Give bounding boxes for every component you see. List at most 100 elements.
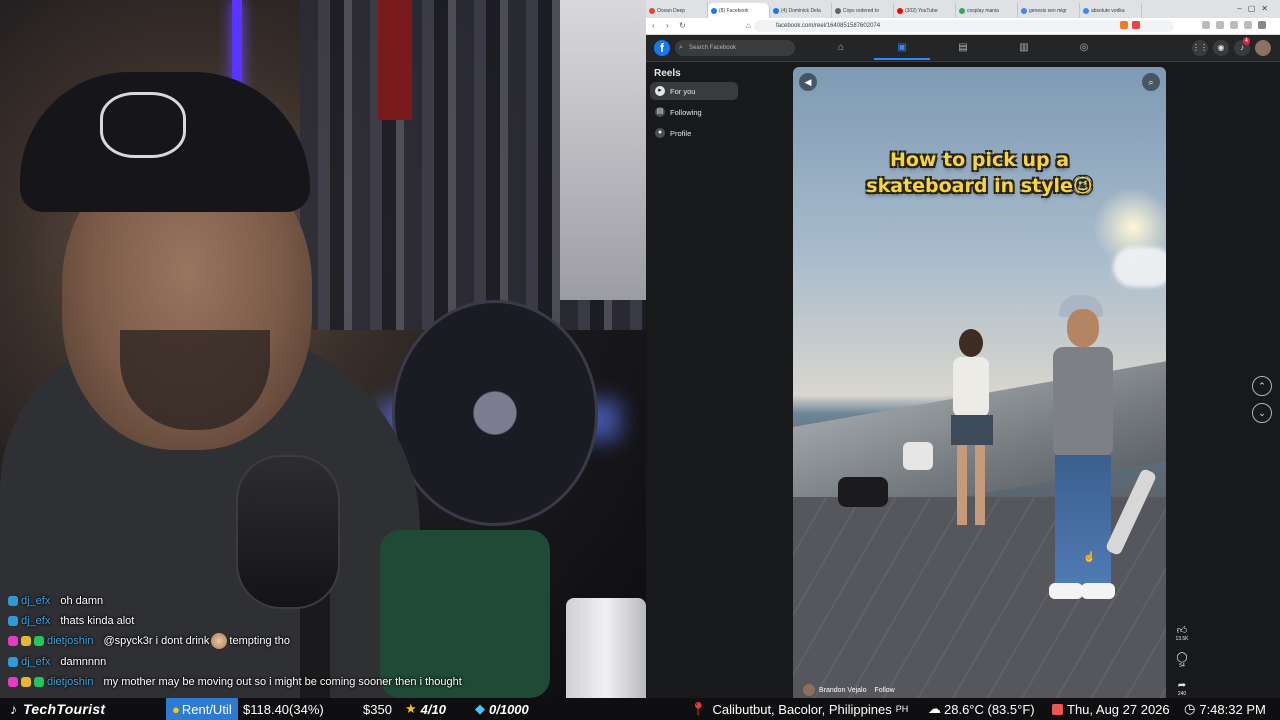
avatar[interactable]	[803, 684, 815, 696]
author-name[interactable]: Brandon Vejalo	[819, 687, 866, 694]
comment-button[interactable]: ◯ 54	[1172, 652, 1192, 669]
like-button[interactable]: 👍︎ 13.5K	[1172, 624, 1192, 642]
menu-icon[interactable]	[1258, 21, 1266, 29]
tab-favicon-icon	[959, 7, 965, 14]
chat-message: dj_efx oh damn	[8, 592, 103, 610]
follow-button[interactable]: Follow	[874, 687, 894, 694]
person-shoe	[1081, 583, 1115, 599]
notifications-icon[interactable]: ♪ 4	[1234, 37, 1250, 56]
home-icon[interactable]: ⌂	[834, 41, 848, 55]
cloud	[1113, 247, 1166, 287]
browser-tab[interactable]: absolute vodka	[1080, 3, 1142, 18]
groups-icon[interactable]: ◎	[1077, 41, 1091, 55]
country-code: PH	[895, 704, 909, 714]
browser-tab[interactable]: Cops ordered to	[832, 3, 894, 18]
microphone	[236, 455, 340, 609]
address-bar: ‹ › ↻ ⌂ facebook.com/reel/16408515876020…	[646, 18, 1280, 35]
sidebar-item-label: For you	[670, 86, 696, 96]
browser-tab[interactable]: Ocean Deep	[646, 3, 708, 18]
facebook-logo-icon[interactable]: f	[654, 40, 670, 56]
reel-video[interactable]: How to pick up a skateboard in style😉 ◀ …	[793, 67, 1166, 698]
sidebar-item-label: Following	[670, 107, 702, 117]
browser-tab[interactable]: cosplay mania	[956, 3, 1018, 18]
extension-icon[interactable]	[1132, 21, 1140, 29]
brave-shield-icon[interactable]	[1120, 21, 1128, 29]
pin-icon: 📍︎	[690, 701, 707, 716]
share-button[interactable]: ➦ 240	[1172, 680, 1192, 697]
reload-icon[interactable]: ↻	[679, 21, 686, 30]
extension-icon[interactable]	[1230, 21, 1238, 29]
tab-title: Ocean Deep	[657, 7, 686, 14]
browser-tab[interactable]: (4) Dominick Dela	[770, 3, 832, 18]
tiktok-icon: ♪	[10, 701, 17, 717]
tab-favicon-icon	[649, 7, 655, 14]
video-icon[interactable]: ▣	[895, 41, 909, 55]
browser-tab-active[interactable]: (8) Facebook	[708, 3, 770, 18]
brand-name: TechTourist	[23, 701, 106, 717]
browser-window: Ocean Deep (8) Facebook (4) Dominick Del…	[646, 0, 1280, 698]
tab-title: (302) YouTube	[905, 7, 938, 14]
date-text: Thu, Aug 27 2026	[1067, 701, 1170, 717]
clock-icon: ◷	[1184, 701, 1196, 716]
active-nav-indicator	[874, 58, 930, 60]
money-bag-icon: ●	[172, 701, 180, 717]
chat-username: dietjoshin	[47, 676, 94, 688]
profile-icon: ●	[655, 128, 665, 138]
caption-text: skateboard in style	[866, 175, 1073, 197]
search-placeholder: Search Facebook	[689, 45, 737, 51]
browser-tab[interactable]: (302) YouTube	[894, 3, 956, 18]
cap-logo	[100, 92, 186, 158]
back-icon[interactable]: ‹	[652, 21, 655, 30]
person-leg	[957, 445, 967, 525]
brand: ♪ TechTourist	[10, 698, 105, 720]
url-field[interactable]: facebook.com/reel/1640851587602074	[754, 20, 1174, 32]
goal-value: $118.40(34%)	[243, 701, 324, 717]
extension-icon[interactable]	[1202, 21, 1210, 29]
sidebar-item-profile[interactable]: ● Profile	[650, 124, 738, 142]
stars-counter: ★ 4/10	[405, 698, 446, 720]
bookmark-icon[interactable]: ⌂	[746, 21, 751, 30]
chevron-up-icon: ⌃	[1258, 381, 1266, 391]
browser-tab[interactable]: genesis sen migr	[1018, 3, 1080, 18]
person-leg	[975, 445, 985, 525]
chat-text: tempting tho	[229, 635, 290, 647]
crown-badge-icon	[21, 636, 31, 646]
store-icon[interactable]: ▥	[1017, 41, 1031, 55]
extension-icon[interactable]	[1216, 21, 1224, 29]
bag	[903, 442, 933, 470]
extension-icon[interactable]	[1244, 21, 1252, 29]
following-icon: ▤	[655, 107, 665, 117]
facebook-favicon-icon	[711, 7, 717, 14]
sidebar-item-for-you[interactable]: ▸ For you	[650, 82, 738, 100]
weather: ☁ 28.6°C (83.5°F)	[928, 698, 1035, 720]
chat-username: dj_efx	[21, 595, 51, 607]
mute-icon[interactable]: ◀	[799, 73, 817, 91]
search-input[interactable]: ⌕ Search Facebook	[675, 40, 795, 56]
search-icon: ⌕	[679, 44, 683, 51]
chat-overlay: dj_efx oh damn dj_efx thats kinda alot d…	[0, 590, 646, 698]
forward-icon[interactable]: ›	[666, 21, 669, 30]
stream-info-bar: ♪ TechTourist ● Rent/Util $118.40(34%) $…	[0, 698, 1280, 720]
messenger-icon[interactable]: ◉	[1213, 40, 1229, 56]
menu-grid-icon[interactable]: ⋮⋮	[1192, 40, 1208, 56]
webcam-feed: dj_efx oh damn dj_efx thats kinda alot d…	[0, 0, 646, 698]
chat-message: dj_efx thats kinda alot	[8, 612, 134, 630]
time-text: 7:48:32 PM	[1199, 701, 1266, 717]
skater-girl	[943, 329, 999, 539]
tab-bar: Ocean Deep (8) Facebook (4) Dominick Del…	[646, 0, 1280, 18]
reels-icon: ▸	[655, 86, 665, 96]
previous-reel-button[interactable]: ⌃	[1252, 376, 1272, 396]
chat-username: dietjoshin	[47, 635, 94, 647]
facebook-favicon-icon	[773, 7, 779, 14]
sidebar-item-following[interactable]: ▤ Following	[650, 103, 738, 121]
comment-icon: ◯	[1176, 652, 1188, 663]
reels-heading: Reels	[654, 68, 681, 79]
location: 📍︎ Calibutbut, Bacolor, Philippines PH	[690, 698, 908, 720]
marketplace-icon[interactable]: ▤	[956, 41, 970, 55]
avatar[interactable]	[1255, 40, 1271, 56]
emote-icon	[211, 633, 228, 649]
clock: ◷ 7:48:32 PM	[1184, 698, 1266, 720]
search-icon[interactable]: ⌕	[1142, 73, 1160, 91]
window-controls[interactable]: –▢✕	[1237, 4, 1274, 13]
next-reel-button[interactable]: ⌄	[1252, 403, 1272, 423]
